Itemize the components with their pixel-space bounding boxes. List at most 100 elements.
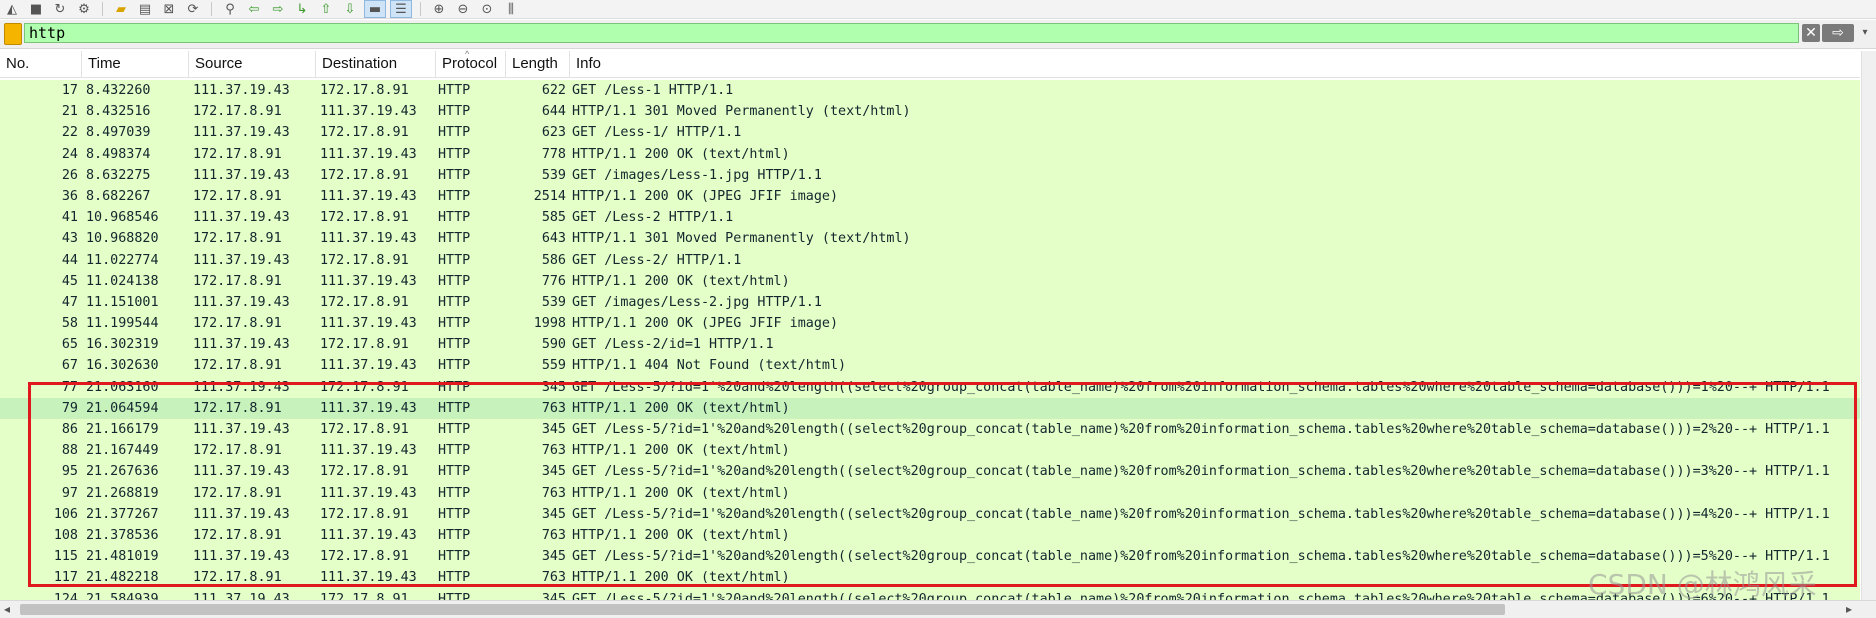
packet-row[interactable]: 58 11.199544 172.17.8.91 111.37.19.43 HTTP 19…	[0, 313, 1860, 335]
packet-no: 45	[61, 273, 78, 289]
go-to-icon[interactable]: ↳	[292, 1, 312, 17]
packet-row[interactable]: 26 8.632275 111.37.19.43 172.17.8.91 HTTP 539…	[0, 164, 1860, 186]
toolbar-separator	[102, 2, 103, 16]
packet-destination: 172.17.8.91	[320, 125, 409, 141]
packet-row[interactable]: 65 16.302319 111.37.19.43 172.17.8.91 HTTP 59…	[0, 334, 1860, 356]
column-header-info[interactable]: Info	[570, 51, 1860, 77]
scroll-right-icon[interactable]: ▸	[1846, 602, 1852, 616]
packet-source: 172.17.8.91	[193, 443, 282, 459]
packet-row[interactable]: 21 8.432516 172.17.8.91 111.37.19.43 HTTP 644…	[0, 101, 1860, 123]
packet-time: 8.498374	[86, 146, 151, 162]
packet-row[interactable]: 17 8.432260 111.37.19.43 172.17.8.91 HTTP 622…	[0, 80, 1860, 102]
packet-row[interactable]: 88 21.167449 172.17.8.91 111.37.19.43 HTTP 76…	[0, 440, 1860, 462]
packet-no: 44	[61, 252, 78, 268]
packet-protocol: HTTP	[438, 358, 471, 374]
forward-icon[interactable]: ⇨	[268, 1, 288, 17]
packet-time: 21.267636	[86, 464, 159, 480]
column-header-time[interactable]: Time	[82, 51, 189, 77]
packet-info: HTTP/1.1 200 OK (text/html)	[572, 273, 790, 289]
filter-history-dropdown[interactable]: ▾	[1858, 24, 1872, 42]
packet-row[interactable]: 36 8.682267 172.17.8.91 111.37.19.43 HTTP 251…	[0, 185, 1860, 208]
packet-source: 172.17.8.91	[193, 527, 282, 543]
display-filter-input[interactable]	[24, 23, 1799, 43]
colorize-icon[interactable]: ☰	[390, 0, 412, 18]
packet-row[interactable]: 67 16.302630 172.17.8.91 111.37.19.43 HTTP 55…	[0, 355, 1860, 377]
packet-row[interactable]: 95 21.267636 111.37.19.43 172.17.8.91 HTTP 34…	[0, 461, 1860, 483]
packet-info: GET /images/Less-2.jpg HTTP/1.1	[572, 294, 822, 310]
packet-row[interactable]: 41 10.968546 111.37.19.43 172.17.8.91 HTTP 58…	[0, 207, 1860, 229]
packet-row[interactable]: 108 21.378536 172.17.8.91 111.37.19.43 HTTP 7…	[0, 524, 1860, 547]
resize-columns-icon[interactable]: ⫼	[501, 1, 521, 17]
packet-protocol: HTTP	[438, 294, 471, 310]
autoscroll-icon[interactable]: ▬	[364, 0, 386, 18]
normal-size-icon[interactable]: ⊙	[477, 1, 497, 17]
packet-time: 11.151001	[86, 294, 159, 310]
clear-filter-button[interactable]: ✕	[1802, 24, 1820, 42]
packet-row[interactable]: 77 21.063160 111.37.19.43 172.17.8.91 HTTP 34…	[0, 376, 1860, 398]
packet-row[interactable]: 79 21.064594 172.17.8.91 111.37.19.43 HTTP 76…	[0, 397, 1860, 419]
scrollbar-thumb[interactable]	[20, 604, 1505, 615]
open-icon[interactable]: ▰	[111, 1, 131, 17]
bookmark-icon[interactable]	[4, 23, 22, 45]
packet-row[interactable]: 117 21.482218 172.17.8.91 111.37.19.43 HTTP 7…	[0, 567, 1860, 589]
back-icon[interactable]: ⇦	[244, 1, 264, 17]
packet-time: 21.377267	[86, 506, 159, 522]
file-icon[interactable]: ▤	[135, 1, 155, 17]
packet-source: 172.17.8.91	[193, 231, 282, 247]
column-header-no[interactable]: No.	[0, 51, 82, 77]
packet-protocol: HTTP	[438, 104, 471, 120]
packet-protocol: HTTP	[438, 231, 471, 247]
shark-fin-icon[interactable]: ◭	[2, 1, 22, 17]
packet-time: 21.167449	[86, 443, 159, 459]
options-icon[interactable]: ⚙	[74, 1, 94, 17]
packet-info: GET /Less-5/?id=1'%20and%20length((selec…	[572, 464, 1830, 480]
column-header-destination[interactable]: Destination	[316, 51, 436, 77]
packet-no: 26	[61, 167, 78, 183]
packet-destination: 172.17.8.91	[320, 422, 409, 437]
first-icon[interactable]: ⇧	[316, 1, 336, 17]
packet-info: GET /Less-2/ HTTP/1.1	[572, 252, 742, 268]
scroll-left-icon[interactable]: ◂	[4, 602, 10, 616]
packet-row[interactable]: 45 11.024138 172.17.8.91 111.37.19.43 HTTP 77…	[0, 270, 1860, 292]
packet-row[interactable]: 44 11.022774 111.37.19.43 172.17.8.91 HTTP 58…	[0, 249, 1860, 271]
packet-info: HTTP/1.1 404 Not Found (text/html)	[572, 358, 847, 374]
stop-icon[interactable]: ■	[26, 1, 46, 17]
packet-no: 47	[61, 294, 78, 310]
last-icon[interactable]: ⇩	[340, 1, 360, 17]
packet-info: HTTP/1.1 301 Moved Permanently (text/htm…	[572, 231, 911, 247]
packet-source: 111.37.19.43	[193, 422, 290, 437]
vertical-scrollbar[interactable]	[1861, 51, 1876, 600]
packet-time: 21.378536	[86, 527, 159, 543]
packet-length: 776	[541, 273, 566, 289]
column-header-protocol[interactable]: Protocol	[436, 51, 506, 77]
packet-source: 172.17.8.91	[193, 358, 282, 374]
packet-protocol: HTTP	[438, 167, 471, 183]
reload-icon[interactable]: ⟳	[183, 1, 203, 17]
packet-row[interactable]: 106 21.377267 111.37.19.43 172.17.8.91 HTTP 3…	[0, 503, 1860, 525]
packet-row[interactable]: 22 8.497039 111.37.19.43 172.17.8.91 HTTP 623…	[0, 122, 1860, 144]
packet-destination: 172.17.8.91	[320, 337, 409, 353]
packet-row[interactable]: 47 11.151001 111.37.19.43 172.17.8.91 HTTP 53…	[0, 291, 1860, 314]
packet-no: 67	[61, 358, 78, 374]
packet-length: 586	[541, 252, 566, 268]
column-header-length[interactable]: Length	[506, 51, 570, 77]
column-header-source[interactable]: Source	[189, 51, 316, 77]
packet-no: 22	[61, 125, 78, 141]
packet-row[interactable]: 43 10.968820 172.17.8.91 111.37.19.43 HTTP 64…	[0, 228, 1860, 250]
packet-row[interactable]: 86 21.166179 111.37.19.43 172.17.8.91 HTTP 34…	[0, 419, 1860, 441]
packet-length: 345	[541, 549, 566, 565]
packet-length: 763	[541, 485, 566, 501]
packet-no: 97	[61, 485, 78, 501]
zoom-in-icon[interactable]: ⊕	[429, 1, 449, 17]
packet-row[interactable]: 97 21.268819 172.17.8.91 111.37.19.43 HTTP 76…	[0, 482, 1860, 504]
close-file-icon[interactable]: ⊠	[159, 1, 179, 17]
restart-icon[interactable]: ↻	[50, 1, 70, 17]
packet-row[interactable]: 124 21.584939 111.37.19.43 172.17.8.91 HTTP 3…	[0, 588, 1860, 600]
packet-no: 115	[53, 549, 78, 565]
packet-row[interactable]: 24 8.498374 172.17.8.91 111.37.19.43 HTTP 778…	[0, 143, 1860, 165]
apply-filter-button[interactable]: ⇨	[1822, 24, 1854, 42]
packet-info: GET /Less-5/?id=1'%20and%20length((selec…	[572, 379, 1830, 395]
packet-row[interactable]: 115 21.481019 111.37.19.43 172.17.8.91 HTTP 3…	[0, 546, 1860, 568]
find-icon[interactable]: ⚲	[220, 1, 240, 17]
zoom-out-icon[interactable]: ⊖	[453, 1, 473, 17]
